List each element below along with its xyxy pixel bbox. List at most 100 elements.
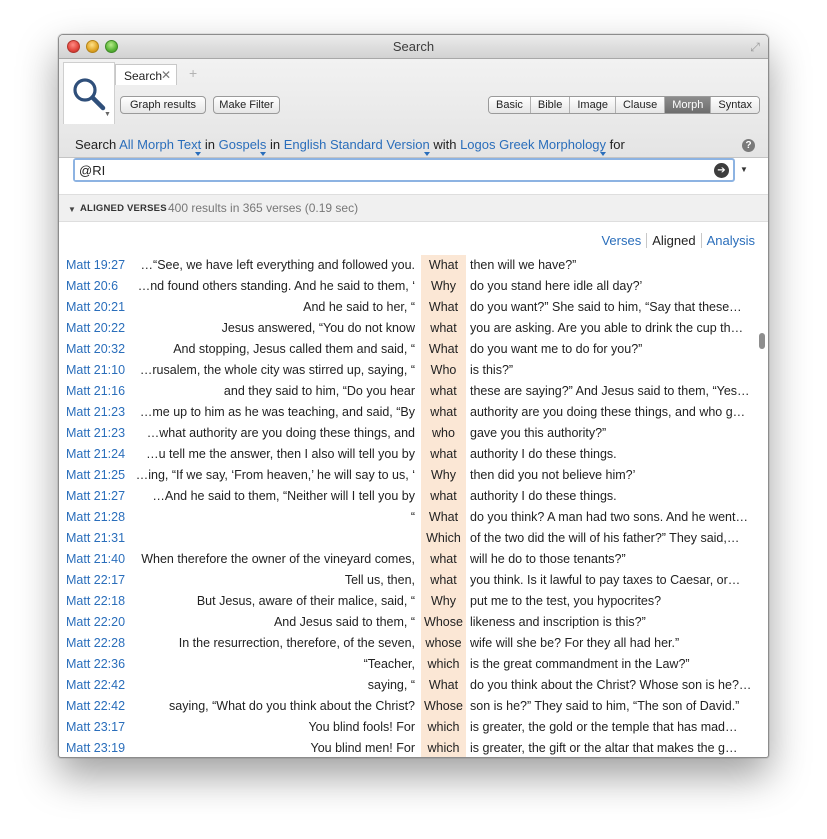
verse-reference-link[interactable]: Matt 22:18 [66,594,125,608]
result-row[interactable]: Matt 21:10 …rusalem, the whole city was s… [59,361,755,382]
close-tab-icon[interactable]: ✕ [161,68,171,82]
context-before: and they said to him, “Do you hear [223,384,415,398]
verse-reference-link[interactable]: Matt 22:42 [66,678,125,692]
search-type-basic[interactable]: Basic [489,97,531,113]
result-row[interactable]: Matt 22:17 Tell us, then, what you think. I… [59,571,755,592]
search-type-syntax[interactable]: Syntax [711,97,760,113]
search-type-image[interactable]: Image [570,97,616,113]
result-row[interactable]: Matt 23:17 You blind fools! For which is gr… [59,718,755,739]
result-row[interactable]: Matt 22:42 saying, “What do you think abo… [59,697,755,718]
verse-reference-link[interactable]: Matt 20:32 [66,342,125,356]
make-filter-button[interactable]: Make Filter [213,96,280,114]
result-row[interactable]: Matt 21:16 and they said to him, “Do you … [59,382,755,403]
graph-results-button[interactable]: Graph results [120,96,206,114]
result-row[interactable]: Matt 20:21 And he said to her, “ What do yo… [59,298,755,319]
verse-reference-link[interactable]: Matt 21:23 [66,426,125,440]
tab-label: Search [124,69,163,83]
verse-reference-link[interactable]: Matt 20:22 [66,321,125,335]
scope-dropdown[interactable]: All Morph Text [119,137,201,152]
verse-reference-link[interactable]: Matt 23:17 [66,720,125,734]
result-row[interactable]: Matt 21:27 …And he said to them, “Neither… [59,487,755,508]
verse-reference-link[interactable]: Matt 23:19 [66,741,125,755]
result-row[interactable]: Matt 22:42 saying, “ What do you think abou… [59,676,755,697]
title-bar: Search ⤢ [59,35,768,59]
add-tab-icon[interactable]: + [189,65,197,81]
context-before: And he said to her, “ [303,300,415,314]
search-type-clause[interactable]: Clause [615,97,666,113]
query-with: with [433,137,457,152]
morphology-dropdown[interactable]: Logos Greek Morphology [460,137,606,152]
result-row[interactable]: Matt 20:6 …nd found others standing. And … [59,277,755,298]
version-dropdown[interactable]: English Standard Version [284,137,430,152]
verse-reference-link[interactable]: Matt 20:6 [66,279,118,293]
search-history-dropdown-icon[interactable]: ▼ [740,165,748,174]
scrollbar-thumb[interactable] [759,333,765,349]
context-after: authority are you doing these things, an… [470,405,746,419]
verse-reference-link[interactable]: Matt 21:28 [66,510,125,524]
verse-reference-link[interactable]: Matt 21:31 [66,531,125,545]
view-aligned-link[interactable]: Aligned [647,233,700,248]
verse-reference-link[interactable]: Matt 20:21 [66,300,125,314]
result-row[interactable]: Matt 21:23 …what authority are you doing … [59,424,755,445]
range-dropdown[interactable]: Gospels [219,137,267,152]
verse-reference-link[interactable]: Matt 22:28 [66,636,125,650]
search-field: ➔ [73,158,735,182]
verse-reference-link[interactable]: Matt 19:27 [66,258,125,272]
search-type-bible[interactable]: Bible [530,97,571,113]
result-row[interactable]: Matt 21:23 …me up to him as he was teachi… [59,403,755,424]
result-row[interactable]: Matt 21:25 …ing, “If we say, ‘From heaven… [59,466,755,487]
help-icon[interactable]: ? [742,139,755,152]
verse-reference-link[interactable]: Matt 22:42 [66,699,125,713]
result-row[interactable]: Matt 21:31 Which of the two did the will o… [59,529,755,550]
result-row[interactable]: Matt 21:28 “ What do you think? A man had t… [59,508,755,529]
verse-reference-link[interactable]: Matt 21:40 [66,552,125,566]
verse-reference-link[interactable]: Matt 22:17 [66,573,125,587]
context-after: authority I do these things. [470,447,617,461]
result-row[interactable]: Matt 23:19 You blind men! For which is grea… [59,739,755,757]
context-after: then will we have?” [470,258,577,272]
result-row[interactable]: Matt 22:36 “Teacher, which is the great com… [59,655,755,676]
results-header: ▼ ALIGNED VERSES 400 results in 365 vers… [59,194,768,222]
matched-word: what [430,447,457,461]
matched-word: Why [431,279,456,293]
result-row[interactable]: Matt 20:32 And stopping, Jesus called the… [59,340,755,361]
matched-word: Which [426,531,461,545]
context-before: …u tell me the answer, then I also will … [146,447,415,461]
verse-reference-link[interactable]: Matt 21:10 [66,363,125,377]
verse-reference-link[interactable]: Matt 21:16 [66,384,125,398]
matched-word: What [428,678,459,692]
view-analysis-link[interactable]: Analysis [702,233,760,248]
result-row[interactable]: Matt 19:27 …“See, we have left everything… [59,256,755,277]
result-row[interactable]: Matt 22:18 But Jesus, aware of their mali… [59,592,755,613]
tab-search[interactable]: Search ✕ [115,64,177,85]
result-row[interactable]: Matt 20:22 Jesus answered, “You do not kn… [59,319,755,340]
context-after: do you want?” She said to him, “Say that… [470,300,742,314]
verse-reference-link[interactable]: Matt 22:36 [66,657,125,671]
verse-reference-link[interactable]: Matt 21:25 [66,468,125,482]
result-row[interactable]: Matt 21:40 When therefore the owner of th… [59,550,755,571]
matched-word: Who [430,363,457,377]
matched-word: Whose [424,699,463,713]
search-panel-menu[interactable]: ▼ [63,62,115,124]
matched-word: what [430,321,457,335]
fullscreen-icon[interactable]: ⤢ [748,40,762,54]
collapse-triangle-icon[interactable]: ▼ [68,205,76,214]
search-input[interactable] [75,160,695,180]
result-row[interactable]: Matt 21:24 …u tell me the answer, then I … [59,445,755,466]
go-arrow-icon[interactable]: ➔ [714,163,729,178]
context-after: wife will she be? For they all had her.” [470,636,680,650]
context-before: saying, “What do you think about the Chr… [169,699,415,713]
context-after: do you think about the Christ? Whose son… [470,678,752,692]
verse-reference-link[interactable]: Matt 21:27 [66,489,125,503]
matched-word: What [428,258,459,272]
matched-word: what [430,573,457,587]
search-type-morph[interactable]: Morph [665,97,712,113]
matched-word: Why [431,468,456,482]
result-row[interactable]: Matt 22:20 And Jesus said to them, “ Whose… [59,613,755,634]
result-row[interactable]: Matt 22:28 In the resurrection, therefore… [59,634,755,655]
verse-reference-link[interactable]: Matt 21:24 [66,447,125,461]
magnifier-icon [73,78,106,111]
view-verses-link[interactable]: Verses [596,233,646,248]
verse-reference-link[interactable]: Matt 22:20 [66,615,125,629]
verse-reference-link[interactable]: Matt 21:23 [66,405,125,419]
